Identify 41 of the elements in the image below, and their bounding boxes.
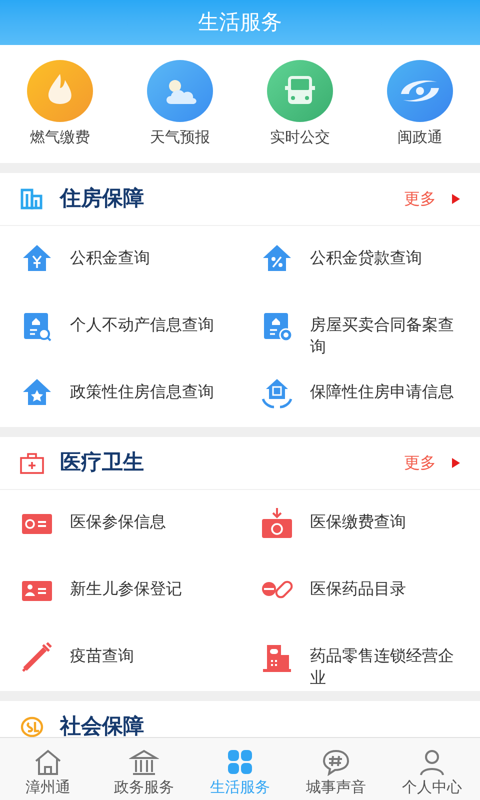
tab[interactable]: 政务服务 (96, 738, 192, 800)
weather-icon (147, 60, 213, 122)
page-title: 生活服务 (198, 8, 282, 36)
social-security-icon (20, 716, 44, 737)
card-download-icon (260, 507, 294, 539)
service-item[interactable]: 政策性住房信息查询 (0, 360, 240, 427)
service-item[interactable]: 医保药品目录 (240, 557, 480, 624)
building-icon (20, 188, 44, 210)
service-item[interactable]: 公积金查询 (0, 226, 240, 293)
house-hands-icon (260, 377, 294, 409)
service-item[interactable]: 医保参保信息 (0, 490, 240, 557)
service-item[interactable]: 新生儿参保登记 (0, 557, 240, 624)
bus-icon (267, 60, 333, 122)
quick-link[interactable]: 天气预报 (120, 60, 240, 148)
tab[interactable]: 漳州通 (0, 738, 96, 800)
service-item[interactable]: 保障性住房申请信息 (240, 360, 480, 427)
quick-link[interactable]: 燃气缴费 (0, 60, 120, 148)
service-item[interactable]: 个人不动产信息查询 (0, 293, 240, 360)
tab[interactable]: 城事声音 (288, 738, 384, 800)
quick-link[interactable]: 实时公交 (240, 60, 360, 148)
section-title: 住房保障 (60, 185, 144, 212)
medical-kit-icon (20, 452, 44, 474)
section-title: 社会保障 (60, 713, 144, 737)
swirl-icon (387, 60, 453, 122)
quick-link[interactable]: 闽政通 (360, 60, 480, 148)
syringe-icon (20, 641, 54, 673)
caret-icon (452, 194, 460, 204)
service-item[interactable]: 医保缴费查询 (240, 490, 480, 557)
flame-icon (27, 60, 93, 122)
person-icon (417, 748, 447, 776)
hashtag-chat-icon (321, 748, 351, 776)
service-item[interactable]: 疫苗查询 (0, 624, 240, 691)
section-title: 医疗卫生 (60, 449, 144, 476)
grid-icon (225, 748, 255, 776)
tab[interactable]: 个人中心 (384, 738, 480, 800)
home-icon (33, 748, 63, 776)
caret-icon (452, 458, 460, 468)
service-item[interactable]: 药品零售连锁经营企业 (240, 624, 480, 691)
government-building-icon (129, 748, 159, 776)
service-item[interactable]: 公积金贷款查询 (240, 226, 480, 293)
service-item[interactable]: 房屋买卖合同备案查询 (240, 293, 480, 360)
